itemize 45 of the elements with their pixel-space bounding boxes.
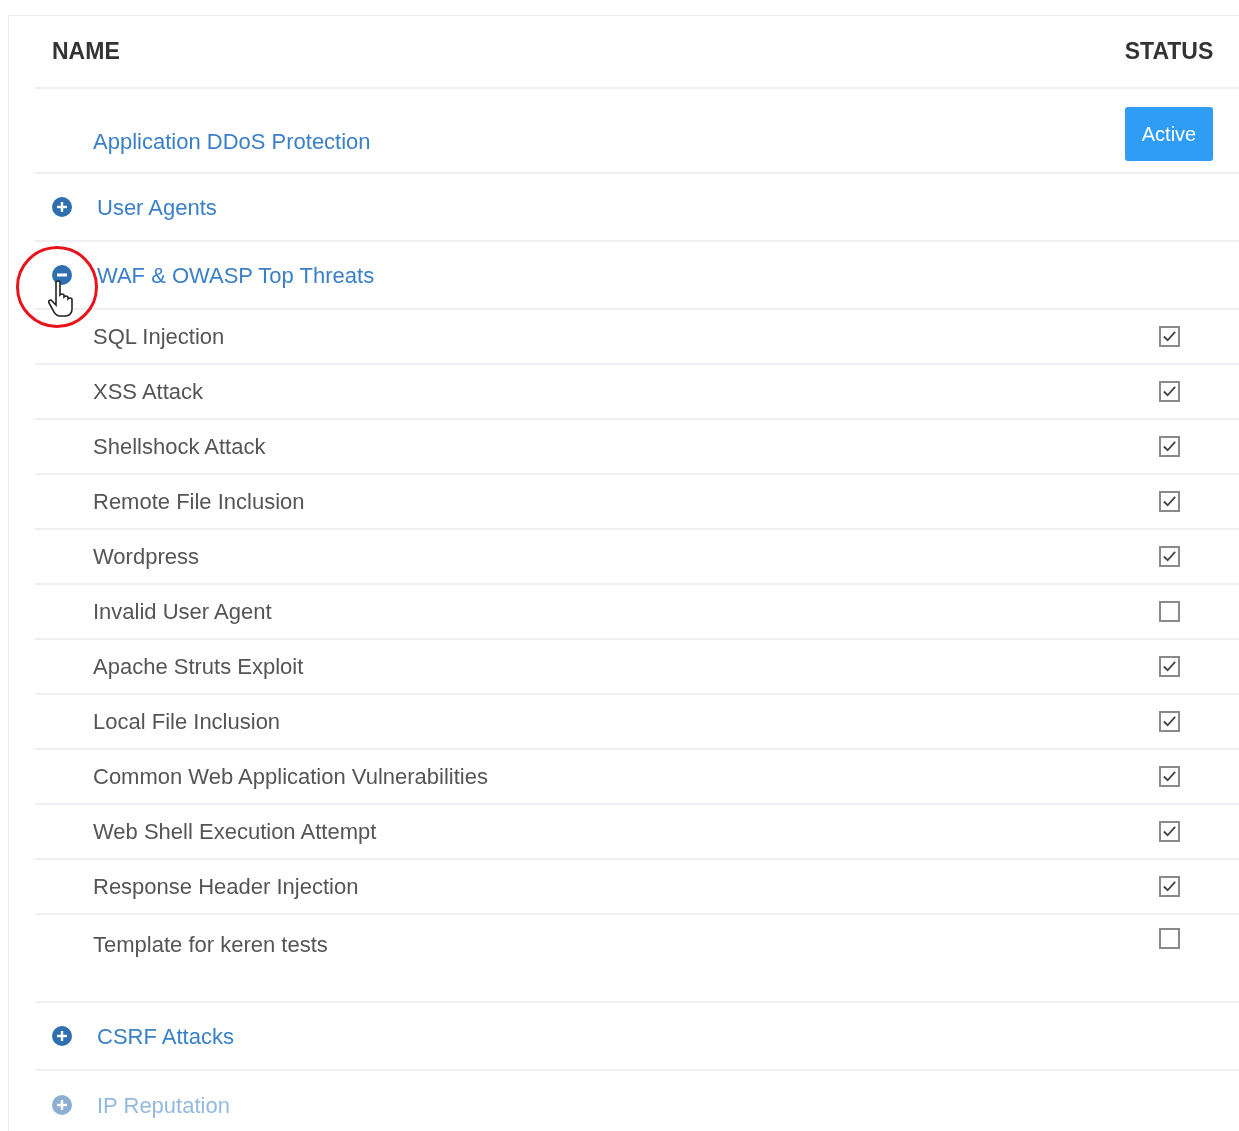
rule-name: Apache Struts Exploit: [93, 653, 304, 681]
group-link[interactable]: WAF & OWASP Top Threats: [97, 258, 375, 292]
rule-name: Response Header Injection: [93, 873, 359, 901]
rule-name: Template for keren tests: [93, 931, 328, 959]
checkbox[interactable]: [1158, 656, 1180, 677]
checkmark-icon: [1161, 659, 1177, 674]
checkbox[interactable]: [1158, 436, 1180, 457]
checkmark-icon: [1161, 549, 1177, 564]
checkbox[interactable]: [1158, 601, 1180, 622]
checkmark-icon: [1161, 824, 1177, 839]
checkbox[interactable]: [1158, 491, 1180, 512]
rule-name: Invalid User Agent: [93, 598, 272, 626]
rule-name: SQL Injection: [93, 323, 225, 351]
group-link[interactable]: User Agents: [97, 190, 217, 224]
checkmark-icon: [1161, 439, 1177, 454]
checkmark-icon: [1161, 329, 1177, 344]
group-link[interactable]: CSRF Attacks: [97, 1019, 234, 1053]
rule-name: XSS Attack: [93, 378, 204, 406]
rule-name: Shellshock Attack: [93, 433, 266, 461]
checkbox[interactable]: [1158, 821, 1180, 842]
feature-link[interactable]: Application DDoS Protection: [93, 125, 371, 158]
rule-name: Local File Inclusion: [93, 708, 281, 736]
checkmark-icon: [1161, 384, 1177, 399]
column-header: STATUS: [1124, 37, 1214, 67]
checkbox[interactable]: [1158, 546, 1180, 567]
column-header: NAME: [52, 37, 120, 67]
checkmark-icon: [1161, 714, 1177, 729]
rule-name: Web Shell Execution Attempt: [93, 818, 377, 846]
checkbox[interactable]: [1158, 381, 1180, 402]
checkbox[interactable]: [1158, 928, 1180, 949]
checkmark-icon: [1161, 494, 1177, 509]
checkmark-icon: [1161, 769, 1177, 784]
rule-name: Remote File Inclusion: [93, 488, 305, 516]
checkbox[interactable]: [1158, 876, 1180, 897]
checkbox[interactable]: [1158, 326, 1180, 347]
rule-name: Common Web Application Vulnerabilities: [93, 763, 488, 791]
expand-icon[interactable]: [52, 197, 72, 217]
status-button[interactable]: Active: [1124, 107, 1214, 161]
checkbox[interactable]: [1158, 711, 1180, 732]
collapse-icon[interactable]: [52, 265, 72, 285]
checkmark-icon: [1161, 879, 1177, 894]
expand-icon[interactable]: [52, 1026, 72, 1046]
hand-cursor-icon: [47, 280, 75, 318]
rule-name: Wordpress: [93, 543, 199, 571]
checkbox[interactable]: [1158, 766, 1180, 787]
